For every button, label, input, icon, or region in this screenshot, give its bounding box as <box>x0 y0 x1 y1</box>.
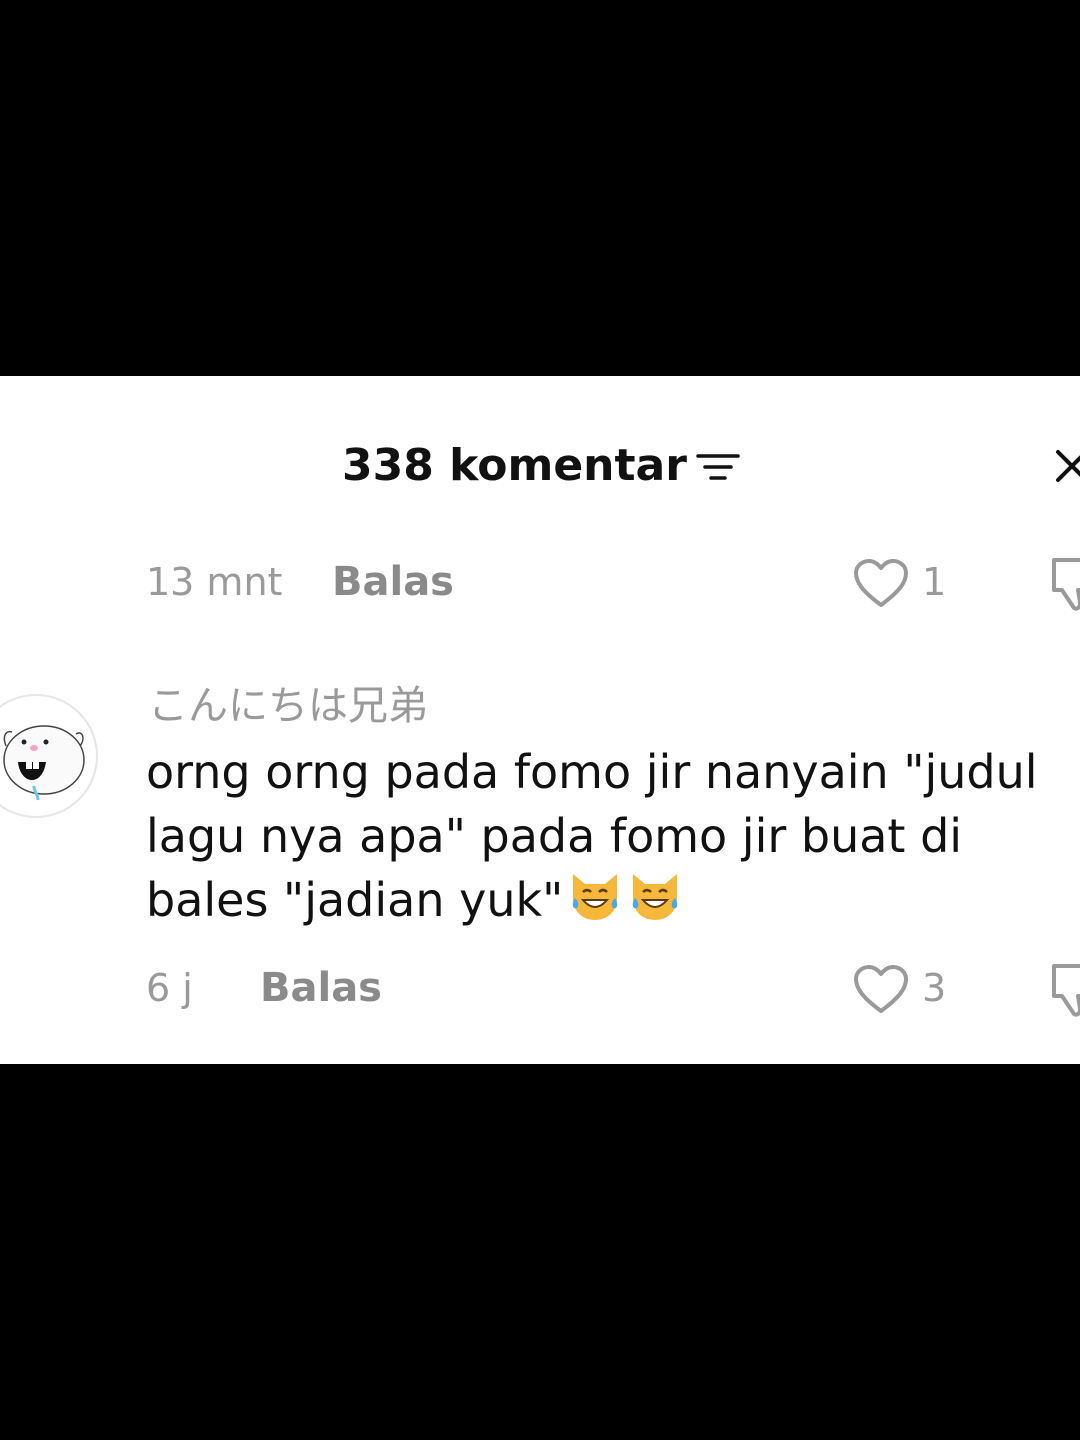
comments-header: 338 komentar <box>0 436 1080 496</box>
video-frame: 338 komentar 13 mnt Balas 1 こんにちは兄弟 orng… <box>0 0 1080 1440</box>
heart-icon[interactable] <box>852 964 910 1016</box>
reply-button[interactable]: Balas <box>332 558 454 606</box>
dislike-icon[interactable] <box>1048 556 1080 612</box>
comment-line: orng orng pada fomo jir nanyain "judul <box>146 745 1038 799</box>
cat-tears-of-joy-emoji-icon <box>573 874 618 920</box>
close-icon[interactable] <box>1052 446 1080 486</box>
comment-time: 6 j <box>146 966 193 1010</box>
comment-line: lagu nya apa" pada fomo jir buat di <box>146 809 963 863</box>
comment-time: 13 mnt <box>146 560 283 604</box>
cartoon-face-avatar-icon <box>3 725 85 801</box>
comment-meta: 6 j Balas 3 <box>0 960 1080 1018</box>
cat-tears-of-joy-emoji-icon <box>633 874 678 920</box>
comment-text: orng orng pada fomo jir nanyain "judul l… <box>146 740 1076 932</box>
like-count: 1 <box>922 560 947 604</box>
heart-icon[interactable] <box>852 558 910 610</box>
avatar[interactable] <box>0 694 98 818</box>
comment-line: bales "jadian yuk" <box>146 873 564 927</box>
like-count: 3 <box>922 966 947 1010</box>
comments-count-title: 338 komentar <box>342 440 687 491</box>
reply-button[interactable]: Balas <box>260 964 382 1012</box>
dislike-icon[interactable] <box>1048 962 1080 1018</box>
comments-panel: 338 komentar 13 mnt Balas 1 こんにちは兄弟 orng… <box>0 376 1080 1064</box>
previous-comment-meta: 13 mnt Balas 1 <box>0 554 1080 612</box>
comment-line-last: bales "jadian yuk" <box>146 868 1076 932</box>
filter-lines-icon[interactable] <box>696 452 740 482</box>
comment-username[interactable]: こんにちは兄弟 <box>148 680 428 732</box>
